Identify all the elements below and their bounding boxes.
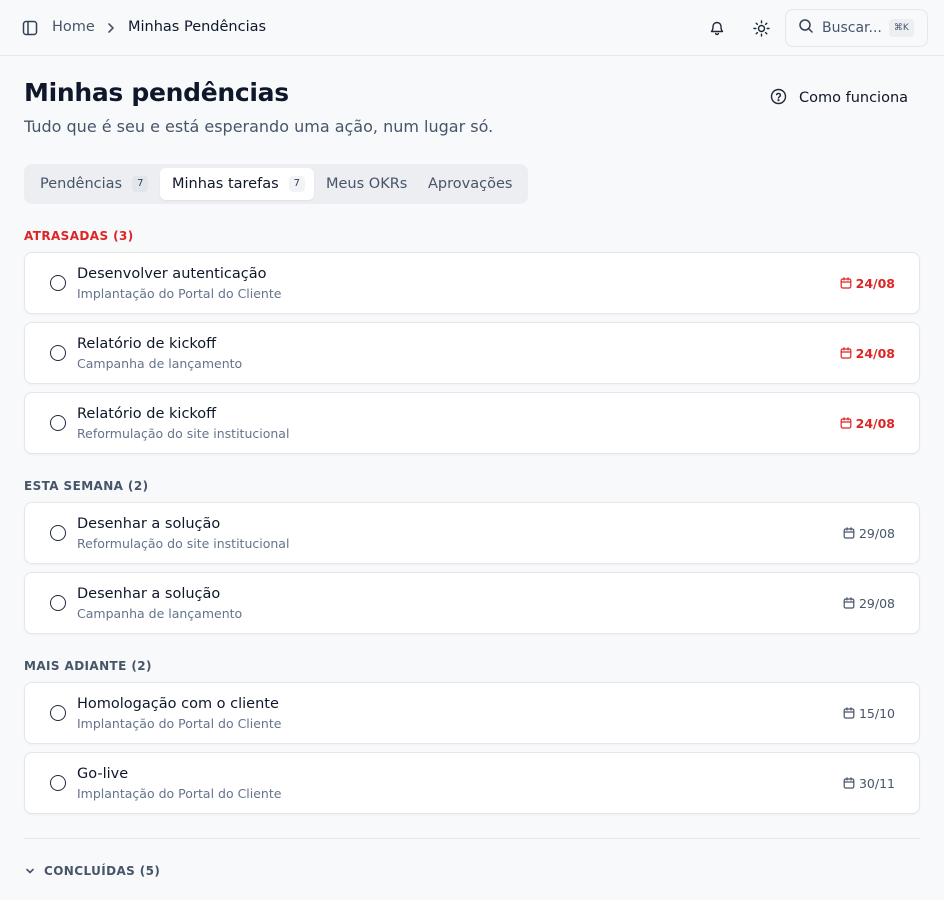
task-card[interactable]: Relatório de kickoff Campanha de lançame… (24, 322, 920, 384)
tab-label: Meus OKRs (326, 176, 408, 192)
task-checkbox[interactable] (50, 705, 66, 721)
task-card[interactable]: Relatório de kickoff Reformulação do sit… (24, 392, 920, 454)
chevron-down-icon (24, 862, 36, 881)
section-label-completed: CONCLUÍDAS (5) (44, 864, 161, 878)
task-checkbox[interactable] (50, 775, 66, 791)
task-project: Implantação do Portal do Cliente (77, 786, 282, 801)
task-title: Relatório de kickoff (77, 336, 217, 352)
page-subtitle: Tudo que é seu e está esperando uma ação… (24, 117, 494, 136)
task-checkbox[interactable] (50, 345, 66, 361)
task-date-text: 24/08 (855, 415, 895, 431)
sidebar-toggle-icon[interactable] (20, 18, 40, 38)
section-label-later: MAIS ADIANTE (2) (24, 659, 152, 673)
help-circle-icon (770, 88, 787, 109)
task-project: Campanha de lançamento (77, 606, 243, 621)
task-date-text: 15/10 (858, 705, 895, 721)
calendar-icon (843, 707, 855, 719)
task-title: Homologação com o cliente (77, 696, 279, 712)
tab-pendencias[interactable]: Pendências 7 (28, 168, 160, 200)
calendar-icon (843, 597, 855, 609)
calendar-icon (840, 277, 852, 289)
bell-icon[interactable] (705, 16, 729, 40)
task-title: Desenvolver autenticação (77, 266, 267, 282)
task-date-text: 30/11 (858, 775, 895, 791)
search-icon (798, 18, 814, 38)
tab-minhas-tarefas[interactable]: Minhas tarefas 7 (160, 168, 314, 200)
task-title: Desenhar a solução (77, 516, 221, 532)
task-due-date: 24/08 (840, 275, 895, 291)
tab-count-badge: 7 (132, 176, 149, 192)
tab-label: Aprovações (428, 176, 513, 192)
task-date-text: 24/08 (855, 275, 895, 291)
task-date-text: 29/08 (858, 595, 895, 611)
calendar-icon (840, 417, 852, 429)
task-checkbox[interactable] (50, 525, 66, 541)
task-card[interactable]: Desenhar a solução Campanha de lançament… (24, 572, 920, 634)
section-label-overdue: ATRASADAS (3) (24, 229, 134, 243)
tab-meus-okrs[interactable]: Meus OKRs (314, 168, 416, 200)
task-due-date: 24/08 (840, 345, 895, 361)
how-it-works-label: Como funciona (799, 90, 909, 106)
tab-count-badge: 7 (288, 176, 306, 192)
search-shortcut-badge: ⌘K (888, 19, 914, 37)
task-due-date: 24/08 (840, 415, 895, 431)
tab-label: Pendências (40, 176, 123, 192)
task-date-text: 24/08 (855, 345, 895, 361)
task-checkbox[interactable] (50, 415, 66, 431)
section-divider (24, 838, 920, 839)
page-title: Minhas pendências (24, 78, 289, 107)
task-due-date: 29/08 (843, 525, 895, 541)
chevron-right-icon (104, 20, 118, 36)
task-card[interactable]: Homologação com o cliente Implantação do… (24, 682, 920, 744)
task-project: Reformulação do site institucional (77, 426, 290, 441)
tab-label: Minhas tarefas (172, 176, 279, 192)
tab-bar: Pendências 7 Minhas tarefas 7 Meus OKRs … (24, 164, 528, 204)
section-label-this-week: ESTA SEMANA (2) (24, 479, 149, 493)
task-date-text: 29/08 (858, 525, 895, 541)
calendar-icon (843, 777, 855, 789)
tab-aprovacoes[interactable]: Aprovações (416, 168, 524, 200)
calendar-icon (840, 347, 852, 359)
task-card[interactable]: Desenvolver autenticação Implantação do … (24, 252, 920, 314)
task-due-date: 15/10 (843, 705, 895, 721)
task-title: Relatório de kickoff (77, 406, 217, 422)
search-input[interactable]: Buscar... ⌘K (785, 9, 928, 47)
calendar-icon (843, 527, 855, 539)
top-bar: Home Minhas Pendências Buscar... ⌘K (0, 0, 944, 56)
task-card[interactable]: Go-live Implantação do Portal do Cliente… (24, 752, 920, 814)
task-due-date: 29/08 (843, 595, 895, 611)
task-project: Campanha de lançamento (77, 356, 243, 371)
task-checkbox[interactable] (50, 275, 66, 291)
breadcrumb-current: Minhas Pendências (128, 19, 267, 35)
search-placeholder: Buscar... (822, 20, 882, 36)
completed-section-toggle[interactable]: CONCLUÍDAS (5) (24, 862, 160, 880)
task-due-date: 30/11 (843, 775, 895, 791)
task-project: Implantação do Portal do Cliente (77, 286, 282, 301)
task-project: Reformulação do site institucional (77, 536, 290, 551)
task-project: Implantação do Portal do Cliente (77, 716, 282, 731)
task-title: Go-live (77, 766, 129, 782)
breadcrumb-home[interactable]: Home (52, 19, 95, 35)
task-title: Desenhar a solução (77, 586, 221, 602)
how-it-works-button[interactable]: Como funciona (770, 87, 908, 109)
task-card[interactable]: Desenhar a solução Reformulação do site … (24, 502, 920, 564)
task-checkbox[interactable] (50, 595, 66, 611)
sun-icon[interactable] (749, 16, 773, 40)
